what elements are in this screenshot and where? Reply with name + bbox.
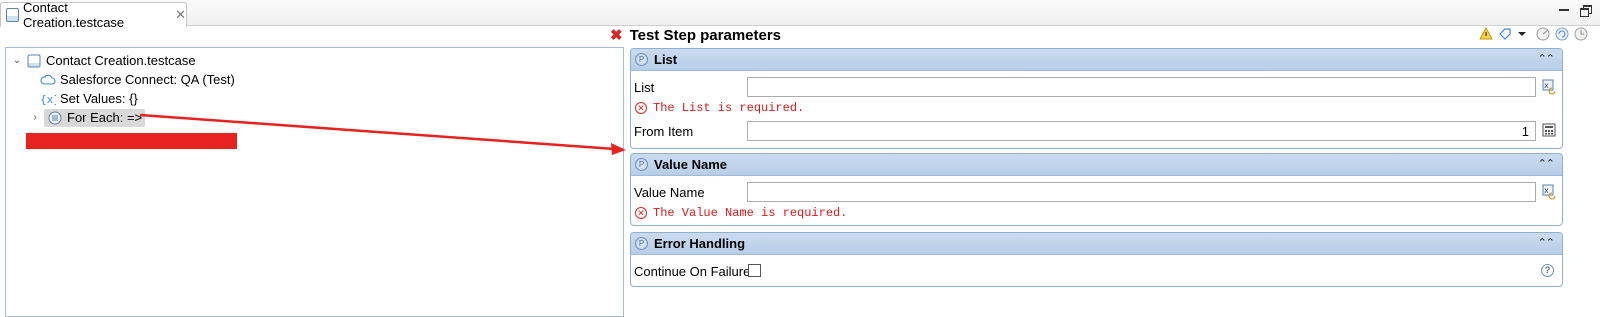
gauge-icon[interactable] — [1536, 27, 1550, 41]
header-toolbar — [1479, 26, 1588, 41]
section-title: Value Name — [654, 157, 727, 172]
testcase-file-icon — [26, 53, 42, 69]
restore-icon[interactable] — [1580, 4, 1592, 17]
section-title: List — [654, 52, 678, 67]
calculator-icon[interactable] — [1542, 123, 1558, 139]
error-circle-icon: ✕ — [635, 207, 647, 219]
help-icon[interactable]: ? — [1541, 264, 1554, 277]
warning-icon[interactable] — [1479, 26, 1493, 41]
chevron-down-icon[interactable] — [1517, 27, 1531, 41]
section-icon: P — [635, 53, 648, 66]
continue-on-failure-label: Continue On Failure — [634, 264, 751, 279]
braces-icon: {x} — [40, 91, 56, 107]
svg-text:x: x — [1544, 186, 1549, 195]
editor-tab-contact-creation[interactable]: Contact Creation.testcase ✕ — [0, 0, 187, 30]
from-item-input[interactable] — [747, 121, 1536, 141]
value-name-label: Value Name — [634, 185, 705, 200]
tree-item-for-each[interactable]: › For Each: => — [30, 108, 146, 127]
tree-root-label: Contact Creation.testcase — [46, 53, 196, 68]
editor-tab-label: Contact Creation.testcase — [23, 0, 125, 30]
collapse-icon[interactable]: ⌃⌃ — [1538, 52, 1555, 65]
window-controls — [1558, 4, 1592, 17]
chevron-down-icon[interactable]: ⌄ — [12, 55, 22, 66]
cloud-icon — [40, 72, 56, 88]
list-error: ✕ The List is required. — [635, 101, 804, 115]
tree-item-set-values[interactable]: {x} Set Values: {} — [40, 89, 138, 108]
list-label: List — [634, 80, 655, 95]
list-error-text: The List is required. — [653, 101, 805, 115]
section-list-header[interactable]: P List ⌃⌃ — [631, 49, 1562, 71]
continue-on-failure-checkbox[interactable] — [748, 264, 761, 277]
loop-icon — [47, 110, 63, 126]
collapse-icon[interactable]: ⌃⌃ — [1538, 236, 1555, 249]
svg-text:{x}: {x} — [40, 93, 56, 106]
tree-root-row[interactable]: ⌄ Contact Creation.testcase — [12, 51, 196, 70]
close-icon[interactable]: ✕ — [175, 7, 186, 23]
page-title: Test Step parameters — [629, 26, 782, 44]
tree-item-label: Salesforce Connect: QA (Test) — [60, 72, 235, 87]
tree-selection-highlight: For Each: => — [44, 108, 146, 127]
section-error-handling: P Error Handling ⌃⌃ Continue On Failure … — [630, 232, 1563, 287]
section-title: Error Handling — [654, 236, 746, 251]
section-icon: P — [635, 237, 648, 250]
from-item-label: From Item — [634, 124, 694, 139]
error-icon: ✖ — [610, 27, 623, 44]
testcase-file-icon — [6, 8, 19, 22]
chevron-right-icon[interactable]: › — [30, 112, 40, 123]
refresh-icon[interactable] — [1555, 27, 1569, 41]
redaction-bar — [26, 133, 237, 149]
section-list: P List ⌃⌃ List x ✕ The List is required.… — [630, 48, 1563, 149]
tree-item-label: Set Values: {} — [60, 91, 138, 106]
tag-icon[interactable] — [1498, 27, 1512, 41]
value-name-error-text: The Value Name is required. — [653, 206, 848, 220]
minimize-icon[interactable] — [1558, 4, 1570, 16]
section-value-name-header[interactable]: P Value Name ⌃⌃ — [631, 154, 1562, 176]
svg-text:x: x — [1544, 81, 1549, 90]
value-name-error: ✕ The Value Name is required. — [635, 206, 847, 220]
variable-picker-icon[interactable]: x — [1542, 184, 1558, 200]
editor-tab-bar: Contact Creation.testcase ✕ — [0, 0, 1600, 30]
section-value-name: P Value Name ⌃⌃ Value Name x ✕ The Value… — [630, 153, 1563, 226]
tree-item-label: For Each: => — [67, 110, 143, 125]
error-circle-icon: ✕ — [635, 102, 647, 114]
clock-icon[interactable] — [1574, 27, 1588, 41]
list-input[interactable] — [747, 77, 1536, 97]
value-name-input[interactable] — [747, 182, 1536, 202]
collapse-icon[interactable]: ⌃⌃ — [1538, 157, 1555, 170]
variable-picker-icon[interactable]: x — [1542, 79, 1558, 95]
tree-item-salesforce-connect[interactable]: Salesforce Connect: QA (Test) — [40, 70, 235, 89]
test-steps-tree: ⌄ Contact Creation.testcase Salesforce C… — [5, 47, 624, 317]
section-icon: P — [635, 158, 648, 171]
section-error-handling-header[interactable]: P Error Handling ⌃⌃ — [631, 233, 1562, 255]
parameters-header: ✖ Test Step parameters — [610, 25, 781, 45]
